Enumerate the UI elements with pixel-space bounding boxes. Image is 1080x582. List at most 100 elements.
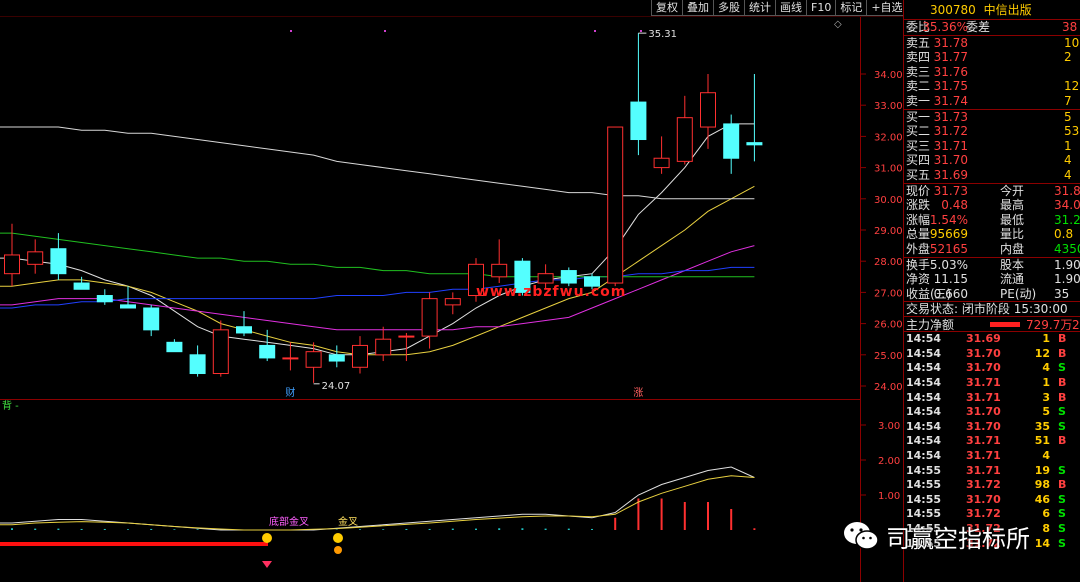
ask-level-row[interactable]: 卖二 31.75 12 xyxy=(904,79,1080,94)
stat-value: 0.660 xyxy=(933,286,968,301)
stat-value-2: 1.90 xyxy=(1054,257,1080,272)
sub-tick-label: 1.00 xyxy=(878,491,900,502)
bid-level-volume: 1 xyxy=(1064,138,1072,153)
tick-row[interactable]: 14:54 31.71 4 xyxy=(904,449,1080,464)
bid-level-row[interactable]: 买一 31.73 5 xyxy=(904,110,1080,125)
stat-label-2: 股本 xyxy=(1000,257,1025,272)
tick-row[interactable]: 14:54 31.71 1 B xyxy=(904,376,1080,391)
bid-level-row[interactable]: 买五 31.69 4 xyxy=(904,168,1080,183)
tick-row[interactable]: 14:54 31.70 5 S xyxy=(904,405,1080,420)
price-tick-label: 31.00 xyxy=(874,164,903,175)
event-marker[interactable]: 财 xyxy=(285,386,295,399)
tick-price: 31.69 xyxy=(966,332,1001,346)
tick-direction: B xyxy=(1058,390,1067,404)
ask-level-label: 卖五 xyxy=(906,35,931,50)
candle[interactable] xyxy=(212,320,229,377)
stat-row: 现价 31.73 今开 31.8 xyxy=(904,184,1080,199)
tick-time: 14:55 xyxy=(906,463,942,477)
tick-direction: S xyxy=(1058,405,1066,419)
tick-time: 14:54 xyxy=(906,434,942,448)
tick-volume: 5 xyxy=(1042,405,1050,419)
diamond-icon[interactable]: ◇ xyxy=(834,19,842,30)
candle[interactable] xyxy=(630,33,647,156)
stat-label: 净资 xyxy=(906,272,931,287)
tick-row[interactable]: 14:54 31.70 35 S xyxy=(904,420,1080,435)
fundamental-stats: 换手 5.03% 股本 1.90 净资 11.15 流通 1.90 收益(三) 0.660 PE(动… xyxy=(904,258,1080,302)
tick-time: 14:55 xyxy=(906,492,942,506)
tick-row[interactable]: 14:55 31.71 19 S xyxy=(904,464,1080,479)
bid-level-volume: 5 xyxy=(1064,109,1072,124)
tick-price: 31.70 xyxy=(966,419,1001,433)
main-flow-value: 729.7万 xyxy=(1026,318,1073,333)
candle[interactable] xyxy=(189,345,206,377)
candle[interactable] xyxy=(746,74,763,162)
candle[interactable] xyxy=(700,74,716,149)
tick-direction: S xyxy=(1058,361,1066,375)
event-marker[interactable]: 涨 xyxy=(633,387,643,399)
stat-value: 5.03% xyxy=(929,257,968,272)
stat-row: 总量 95669 量比 0.8 xyxy=(904,227,1080,242)
tick-row[interactable]: 14:55 31.70 46 S xyxy=(904,493,1080,508)
candle[interactable] xyxy=(27,239,44,274)
high-price-label: 35.31 xyxy=(648,29,677,40)
main-flow-row[interactable]: 主力净额 729.7万 2 xyxy=(904,316,1080,333)
candle[interactable] xyxy=(676,95,693,165)
tick-row[interactable]: 14:54 31.71 3 B xyxy=(904,391,1080,406)
candle[interactable] xyxy=(73,276,90,290)
candle[interactable] xyxy=(143,304,160,337)
candle[interactable] xyxy=(375,326,392,362)
tick-time: 14:54 xyxy=(906,376,942,390)
candle[interactable] xyxy=(305,342,322,383)
bid-level-row[interactable]: 买三 31.71 1 xyxy=(904,139,1080,154)
tick-row[interactable]: 14:54 31.70 4 S xyxy=(904,361,1080,376)
candle[interactable] xyxy=(607,126,624,287)
wechat-icon xyxy=(844,522,879,550)
candle[interactable] xyxy=(328,345,345,368)
candles[interactable]: 财涨 xyxy=(4,32,763,399)
tick-price: 31.72 xyxy=(966,478,1001,492)
ask-level-row[interactable]: 卖五 31.78 10 xyxy=(904,36,1080,51)
tick-price: 31.71 xyxy=(966,434,1001,448)
price-tick-label: 25.00 xyxy=(874,351,903,362)
ask-level-row[interactable]: 卖一 31.74 7 xyxy=(904,94,1080,109)
kline-chart[interactable]: 财涨 34.0033.0032.0031.0030.0029.0028.0027… xyxy=(0,0,904,582)
candle[interactable] xyxy=(166,339,183,353)
quote-stats: 现价 31.73 今开 31.8 涨跌 0.48 最高 34.0 涨幅 1.54% 最低 31.2 总量… xyxy=(904,184,1080,257)
ask-level-row[interactable]: 卖三 31.76 xyxy=(904,65,1080,80)
candle[interactable] xyxy=(120,286,136,309)
price-tick-label: 26.00 xyxy=(874,320,903,331)
brand-name: 司赢空指标所 xyxy=(886,524,1030,553)
tick-price: 31.71 xyxy=(966,390,1001,404)
candle[interactable] xyxy=(723,114,740,174)
tick-direction: B xyxy=(1058,332,1067,346)
tick-direction: S xyxy=(1058,507,1066,521)
candle[interactable] xyxy=(491,239,508,284)
bid-level-price: 31.72 xyxy=(933,124,968,139)
candle[interactable] xyxy=(236,311,252,337)
candle[interactable] xyxy=(96,289,113,305)
tick-row[interactable]: 14:55 31.72 98 B xyxy=(904,478,1080,493)
candle[interactable] xyxy=(421,292,438,349)
bid-level-volume: 53 xyxy=(1064,124,1080,139)
bid-level-volume: 4 xyxy=(1064,153,1072,168)
candle[interactable] xyxy=(653,136,670,174)
stat-label: 外盘 xyxy=(906,241,931,256)
tick-row[interactable]: 14:54 31.70 12 B xyxy=(904,347,1080,362)
candle[interactable] xyxy=(444,292,461,315)
stat-row: 涨跌 0.48 最高 34.0 xyxy=(904,198,1080,213)
stock-code: 300780 xyxy=(930,3,976,17)
bid-level-row[interactable]: 买四 31.70 4 xyxy=(904,153,1080,168)
golden-cross-label: 金叉 xyxy=(338,515,358,528)
ask-level-row[interactable]: 卖四 31.77 2 xyxy=(904,50,1080,65)
stat-row: 换手 5.03% 股本 1.90 xyxy=(904,258,1080,273)
stat-value: 52165 xyxy=(929,241,968,256)
bid-level-row[interactable]: 买二 31.72 53 xyxy=(904,124,1080,139)
tick-row[interactable]: 14:54 31.71 51 B xyxy=(904,434,1080,449)
candle[interactable] xyxy=(352,336,368,374)
ask-level-price: 31.77 xyxy=(933,50,968,65)
tick-volume: 35 xyxy=(1034,419,1050,433)
ask-level-price: 31.74 xyxy=(933,93,968,108)
tick-row[interactable]: 14:54 31.69 1 B xyxy=(904,332,1080,347)
candle[interactable] xyxy=(398,332,415,362)
tick-time: 14:54 xyxy=(906,405,942,419)
